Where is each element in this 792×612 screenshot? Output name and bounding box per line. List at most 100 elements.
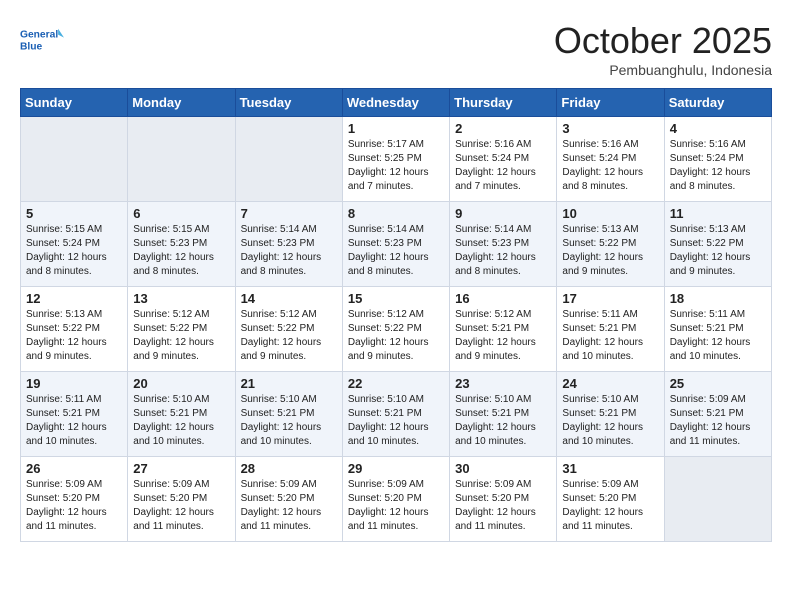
day-number: 27 [133,461,229,476]
location: Pembuanghulu, Indonesia [554,62,772,78]
day-number: 11 [670,206,766,221]
calendar-cell: 26Sunrise: 5:09 AM Sunset: 5:20 PM Dayli… [21,457,128,542]
day-info: Sunrise: 5:12 AM Sunset: 5:22 PM Dayligh… [348,308,444,364]
calendar-cell: 16 Sunrise: 5:12 AM Sunset: 5:21 PM Dayli… [450,287,557,372]
day-number: 24 [562,376,658,391]
day-number: 18 [670,291,766,306]
day-info: Sunrise: 5:12 AM Sunset: 5:21 PM Dayligh… [455,308,551,364]
day-info: Sunrise: 5:14 AM Sunset: 5:23 PM Dayligh… [241,223,337,279]
calendar-cell: 7 Sunrise: 5:14 AM Sunset: 5:23 PM Daylig… [235,202,342,287]
weekday-header: Sunday [21,89,128,117]
day-info: Sunrise: 5:10 AM Sunset: 5:21 PM Dayligh… [133,393,229,449]
calendar-cell: 6 Sunrise: 5:15 AM Sunset: 5:23 PM Daylig… [128,202,235,287]
calendar-week-row: 26 Sunrise: 5:09 AM Sunset: 5:20 PM Dayli… [21,457,772,542]
svg-text:Blue: Blue [20,41,43,52]
day-number: 20 [133,376,229,391]
day-number: 13 [133,291,229,306]
calendar-cell: 2 Sunrise: 5:16 AM Sunset: 5:24 PM Daylig… [450,117,557,202]
calendar-cell: 15 Sunrise: 5:12 AM Sunset: 5:22 PM Dayli… [342,287,449,372]
calendar-cell: 28Sunrise: 5:09 AM Sunset: 5:20 PM Dayli… [235,457,342,542]
page-header: General Blue October 2025 Pembuanghulu, … [20,20,772,78]
weekday-header-row: SundayMondayTuesdayWednesdayThursdayFrid… [21,89,772,117]
day-number: 29 [348,461,444,476]
calendar-cell: 4Sunrise: 5:16 AM Sunset: 5:24 PM Daylig… [664,117,771,202]
day-number: 22 [348,376,444,391]
logo-svg: General Blue [20,20,64,64]
weekday-header: Thursday [450,89,557,117]
day-info: Sunrise: 5:11 AM Sunset: 5:21 PM Dayligh… [26,393,122,449]
day-info: Sunrise: 5:16 AM Sunset: 5:24 PM Dayligh… [670,138,766,194]
calendar-cell [128,117,235,202]
day-number: 3 [562,121,658,136]
day-info: Sunrise: 5:13 AM Sunset: 5:22 PM Dayligh… [562,223,658,279]
day-number: 21 [241,376,337,391]
calendar-cell: 24Sunrise: 5:10 AM Sunset: 5:21 PM Dayli… [557,372,664,457]
calendar-week-row: 5Sunrise: 5:15 AM Sunset: 5:24 PM Daylig… [21,202,772,287]
day-number: 15 [348,291,444,306]
calendar-week-row: 1Sunrise: 5:17 AM Sunset: 5:25 PM Daylig… [21,117,772,202]
day-info: Sunrise: 5:15 AM Sunset: 5:24 PM Dayligh… [26,223,122,279]
calendar-cell: 22Sunrise: 5:10 AM Sunset: 5:21 PM Dayli… [342,372,449,457]
day-info: Sunrise: 5:09 AM Sunset: 5:20 PM Dayligh… [133,478,229,534]
day-number: 12 [26,291,122,306]
day-info: Sunrise: 5:09 AM Sunset: 5:20 PM Dayligh… [562,478,658,534]
day-info: Sunrise: 5:12 AM Sunset: 5:22 PM Dayligh… [133,308,229,364]
day-info: Sunrise: 5:12 AM Sunset: 5:22 PM Dayligh… [241,308,337,364]
day-number: 1 [348,121,444,136]
day-number: 23 [455,376,551,391]
calendar-cell: 27 Sunrise: 5:09 AM Sunset: 5:20 PM Dayli… [128,457,235,542]
day-info: Sunrise: 5:10 AM Sunset: 5:21 PM Dayligh… [241,393,337,449]
calendar-cell: 19 Sunrise: 5:11 AM Sunset: 5:21 PM Dayli… [21,372,128,457]
weekday-header: Saturday [664,89,771,117]
calendar-cell [21,117,128,202]
day-info: Sunrise: 5:11 AM Sunset: 5:21 PM Dayligh… [670,308,766,364]
day-number: 26 [26,461,122,476]
month-title: October 2025 [554,20,772,62]
day-info: Sunrise: 5:13 AM Sunset: 5:22 PM Dayligh… [26,308,122,364]
day-number: 9 [455,206,551,221]
weekday-header: Tuesday [235,89,342,117]
calendar-cell [664,457,771,542]
day-info: Sunrise: 5:15 AM Sunset: 5:23 PM Dayligh… [133,223,229,279]
day-info: Sunrise: 5:09 AM Sunset: 5:20 PM Dayligh… [455,478,551,534]
weekday-header: Monday [128,89,235,117]
calendar-cell: 8Sunrise: 5:14 AM Sunset: 5:23 PM Daylig… [342,202,449,287]
calendar-cell: 21 Sunrise: 5:10 AM Sunset: 5:21 PM Dayli… [235,372,342,457]
calendar-cell: 31 Sunrise: 5:09 AM Sunset: 5:20 PM Dayli… [557,457,664,542]
day-info: Sunrise: 5:11 AM Sunset: 5:21 PM Dayligh… [562,308,658,364]
day-info: Sunrise: 5:10 AM Sunset: 5:21 PM Dayligh… [455,393,551,449]
calendar-cell: 10 Sunrise: 5:13 AM Sunset: 5:22 PM Dayli… [557,202,664,287]
calendar-cell: 29Sunrise: 5:09 AM Sunset: 5:20 PM Dayli… [342,457,449,542]
calendar-cell: 1Sunrise: 5:17 AM Sunset: 5:25 PM Daylig… [342,117,449,202]
calendar-cell: 3 Sunrise: 5:16 AM Sunset: 5:24 PM Daylig… [557,117,664,202]
day-number: 17 [562,291,658,306]
calendar-cell: 17 Sunrise: 5:11 AM Sunset: 5:21 PM Dayli… [557,287,664,372]
day-number: 7 [241,206,337,221]
calendar-cell: 30 Sunrise: 5:09 AM Sunset: 5:20 PM Dayli… [450,457,557,542]
calendar-cell: 23 Sunrise: 5:10 AM Sunset: 5:21 PM Dayli… [450,372,557,457]
day-info: Sunrise: 5:16 AM Sunset: 5:24 PM Dayligh… [562,138,658,194]
day-number: 30 [455,461,551,476]
day-number: 16 [455,291,551,306]
calendar-cell: 11Sunrise: 5:13 AM Sunset: 5:22 PM Dayli… [664,202,771,287]
day-number: 19 [26,376,122,391]
calendar-table: SundayMondayTuesdayWednesdayThursdayFrid… [20,88,772,542]
day-number: 31 [562,461,658,476]
calendar-cell: 25Sunrise: 5:09 AM Sunset: 5:21 PM Dayli… [664,372,771,457]
calendar-week-row: 12 Sunrise: 5:13 AM Sunset: 5:22 PM Dayli… [21,287,772,372]
calendar-cell: 13 Sunrise: 5:12 AM Sunset: 5:22 PM Dayli… [128,287,235,372]
day-info: Sunrise: 5:16 AM Sunset: 5:24 PM Dayligh… [455,138,551,194]
day-number: 6 [133,206,229,221]
day-number: 14 [241,291,337,306]
day-number: 8 [348,206,444,221]
calendar-cell: 12 Sunrise: 5:13 AM Sunset: 5:22 PM Dayli… [21,287,128,372]
calendar-cell: 5Sunrise: 5:15 AM Sunset: 5:24 PM Daylig… [21,202,128,287]
calendar-week-row: 19 Sunrise: 5:11 AM Sunset: 5:21 PM Dayli… [21,372,772,457]
day-number: 2 [455,121,551,136]
calendar-cell: 9 Sunrise: 5:14 AM Sunset: 5:23 PM Daylig… [450,202,557,287]
day-info: Sunrise: 5:09 AM Sunset: 5:20 PM Dayligh… [241,478,337,534]
day-number: 10 [562,206,658,221]
weekday-header: Wednesday [342,89,449,117]
calendar-cell: 20 Sunrise: 5:10 AM Sunset: 5:21 PM Dayli… [128,372,235,457]
day-info: Sunrise: 5:14 AM Sunset: 5:23 PM Dayligh… [455,223,551,279]
